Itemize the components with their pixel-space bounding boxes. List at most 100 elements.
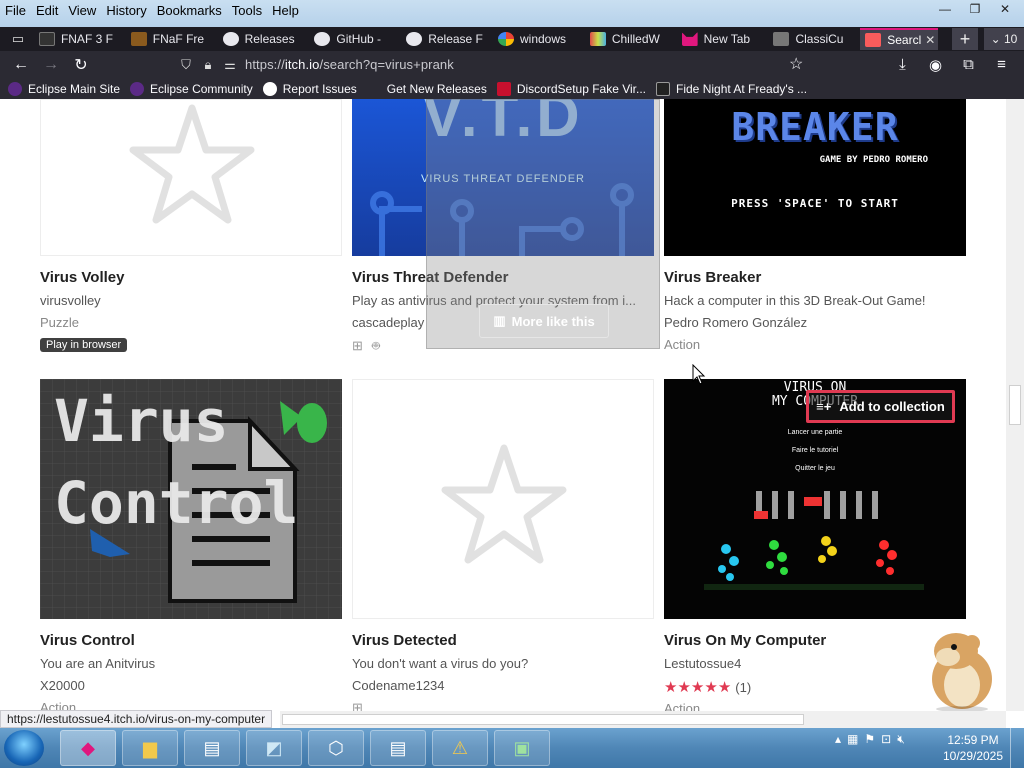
taskbar-app-4[interactable]: ◩ xyxy=(246,730,302,766)
game-title[interactable]: Virus Volley xyxy=(40,269,125,286)
menu-tools[interactable]: Tools xyxy=(227,3,267,18)
bookmark-report-issues[interactable]: Report Issues xyxy=(262,81,357,96)
star-icon: ★ xyxy=(690,679,705,696)
vertical-scroll-thumb[interactable] xyxy=(1009,385,1021,425)
game-title[interactable]: Virus On My Computer xyxy=(664,632,826,649)
horizontal-scroll-thumb[interactable] xyxy=(282,714,804,725)
taskbar-app-3[interactable]: ▤ xyxy=(184,730,240,766)
taskbar-app-7[interactable]: ⚠ xyxy=(432,730,488,766)
tab-fnaf3[interactable]: FNAF 3 F xyxy=(34,28,124,50)
bookmark-star-icon[interactable]: ☆ xyxy=(789,54,803,74)
cat-icon xyxy=(681,32,698,46)
close-window-button[interactable]: ✕ xyxy=(990,0,1020,18)
bookmark-discordsetup[interactable]: DiscordSetup Fake Vir... xyxy=(496,81,646,96)
bookmark-fide-night[interactable]: Fide Night At Fready's ... xyxy=(656,81,808,96)
taskbar-app-5[interactable]: ⬡ xyxy=(308,730,364,766)
extensions-button[interactable]: ⧉ xyxy=(952,51,985,78)
tab-chilledw[interactable]: ChilledW xyxy=(585,28,675,50)
app-menu-button[interactable]: ≡ xyxy=(985,51,1018,78)
toolbar-right: ⤓ ◉ ⧉ ≡ xyxy=(886,51,1018,78)
reload-button[interactable]: ↻ xyxy=(66,51,96,78)
tab-count-button[interactable]: ⌄ 10 xyxy=(984,28,1024,50)
github-icon xyxy=(406,32,423,46)
star-icon: ★ xyxy=(704,679,718,696)
tab-releases[interactable]: Releases xyxy=(218,28,308,50)
volume-muted-icon[interactable]: 🔇︎ xyxy=(897,732,905,747)
game-thumbnail-virus-detected[interactable] xyxy=(352,379,654,619)
close-tab-icon[interactable]: ✕ xyxy=(925,33,935,47)
minimize-button[interactable]: — xyxy=(930,0,960,18)
more-like-this-button[interactable]: ▥ More like this xyxy=(479,304,609,338)
app-icon: ▣ xyxy=(513,737,531,758)
hamburger-icon: ≡ xyxy=(997,56,1006,73)
back-button[interactable]: ← xyxy=(6,51,36,78)
bookmark-eclipse-main[interactable]: Eclipse Main Site xyxy=(8,81,120,96)
game-author[interactable]: cascadeplay xyxy=(352,315,424,330)
tab-label: GitHub - xyxy=(336,32,382,46)
tab-github[interactable]: GitHub - xyxy=(309,28,399,50)
downloads-button[interactable]: ⤓ xyxy=(886,51,919,78)
taskbar-clock[interactable]: 12:59 PM 10/29/2025 xyxy=(940,732,1006,764)
game-thumbnail-virus-volley[interactable] xyxy=(40,99,342,256)
taskbar-explorer-app[interactable]: ▆ xyxy=(122,730,178,766)
blank-page-icon xyxy=(367,82,381,96)
game-description: You are an Anitvirus xyxy=(40,656,156,671)
game-thumbnail-virus-breaker[interactable]: BREAKER GAME BY PEDRO ROMERO PRESS 'SPAC… xyxy=(664,99,966,256)
show-desktop-button[interactable] xyxy=(1010,728,1024,768)
taskbar-app-6[interactable]: ▤ xyxy=(370,730,426,766)
network-icon[interactable]: ⊡ xyxy=(881,732,891,747)
start-button[interactable] xyxy=(4,730,44,766)
system-tray: ▴ ▦ ⚑ ⊡ 🔇︎ xyxy=(835,732,905,747)
tray-app-icon[interactable]: ▦ xyxy=(847,732,858,747)
game-author[interactable]: Lestutossue4 xyxy=(664,656,741,671)
tab-label: ChilledW xyxy=(611,32,660,46)
lock-icon[interactable]: 🔒︎ xyxy=(197,57,219,73)
menu-view[interactable]: View xyxy=(63,3,101,18)
bookmark-get-new-releases[interactable]: Get New Releases xyxy=(367,82,487,96)
tab-search-active[interactable]: Searcl ✕ xyxy=(860,28,939,50)
menu-history[interactable]: History xyxy=(101,3,151,18)
bookmark-favicon xyxy=(656,81,671,96)
tab-windows[interactable]: windows xyxy=(493,28,583,50)
tab-list-icon: ▭ xyxy=(11,31,25,46)
game-author[interactable]: Pedro Romero González xyxy=(664,315,807,330)
menu-help[interactable]: Help xyxy=(267,3,304,18)
tab-list-button[interactable]: ▭ xyxy=(4,28,32,50)
menu-bookmarks[interactable]: Bookmarks xyxy=(152,3,227,18)
permissions-icon[interactable]: ⚌ xyxy=(219,57,241,73)
restore-button[interactable]: ❐ xyxy=(960,0,990,18)
bookmark-label: Fide Night At Fready's ... xyxy=(676,81,808,96)
bookmark-eclipse-community[interactable]: Eclipse Community xyxy=(130,81,253,96)
account-button[interactable]: ◉ xyxy=(919,51,952,78)
taskbar-app-8[interactable]: ▣ xyxy=(494,730,550,766)
arrow-left-icon: ← xyxy=(13,55,29,73)
forward-button[interactable]: → xyxy=(36,51,66,78)
game-title[interactable]: Virus Breaker xyxy=(664,269,761,286)
tab-release-f[interactable]: Release F xyxy=(401,28,491,50)
game-title[interactable]: Virus Detected xyxy=(352,632,457,649)
game-title[interactable]: Virus Control xyxy=(40,632,135,649)
vertical-scrollbar[interactable] xyxy=(1006,99,1024,711)
vomc-menu-item: Faire le tutoriel xyxy=(791,447,839,454)
github-icon xyxy=(222,32,239,46)
tab-new-tab[interactable]: New Tab xyxy=(677,28,767,50)
tab-classicu[interactable]: ClassiCu xyxy=(768,28,858,50)
taskbar-firefox-app[interactable]: ◆ xyxy=(60,730,116,766)
url-text[interactable]: https://itch.io/search?q=virus+prank xyxy=(245,57,454,72)
tray-flag-icon[interactable]: ⚑ xyxy=(864,732,875,747)
add-to-collection-button[interactable]: ≡+ Add to collection xyxy=(806,390,955,423)
shield-icon[interactable]: ⛉ xyxy=(175,57,197,73)
app-icon: ◩ xyxy=(265,737,283,758)
tab-fnaf-free[interactable]: FNaF Fre xyxy=(126,28,216,50)
menu-file[interactable]: File xyxy=(0,3,31,18)
game-thumbnail-virus-control[interactable]: Virus Control xyxy=(40,379,342,619)
game-author[interactable]: Codename1234 xyxy=(352,678,445,693)
tab-label: FNAF 3 F xyxy=(60,32,113,46)
show-hidden-icons[interactable]: ▴ xyxy=(835,732,841,747)
menu-edit[interactable]: Edit xyxy=(31,3,63,18)
horizontal-scrollbar[interactable] xyxy=(280,711,1006,728)
new-tab-button[interactable]: + xyxy=(952,28,979,50)
url-prefix: https:// xyxy=(245,57,285,72)
game-author[interactable]: X20000 xyxy=(40,678,85,693)
url-bar[interactable]: ⛉ 🔒︎ ⚌ https://itch.io/search?q=virus+pr… xyxy=(175,54,815,75)
